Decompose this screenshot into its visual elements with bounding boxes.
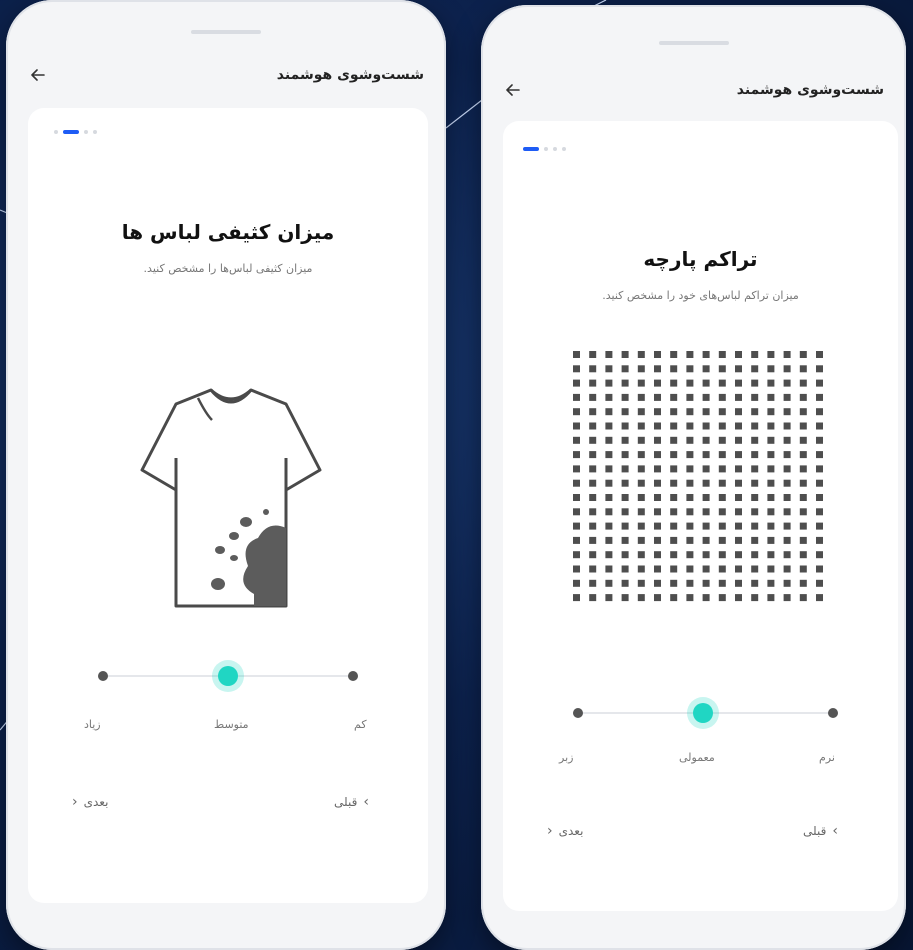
step-dot	[553, 147, 557, 151]
step-subtitle: میزان تراکم لباس‌های خود را مشخص کنید.	[602, 289, 799, 302]
step-indicator	[54, 130, 97, 134]
next-button-label: بعدی	[558, 824, 584, 838]
option-label-medium[interactable]: متوسط	[214, 718, 249, 731]
chevron-left-icon: ‹	[72, 794, 78, 810]
step-heading: میزان کثیفی لباس ها	[121, 220, 335, 244]
wizard-card: تراکم پارچه میزان تراکم لباس‌های خود را …	[503, 121, 898, 911]
chevron-right-icon: ›	[832, 823, 838, 839]
next-button-label: بعدی	[83, 795, 109, 809]
speaker-notch	[658, 41, 729, 45]
previous-button-label: قبلی	[803, 824, 827, 838]
chevron-left-icon: ‹	[547, 823, 553, 839]
step-heading: تراکم پارچه	[643, 247, 758, 271]
slider-knob[interactable]	[212, 660, 244, 692]
chevron-right-icon: ›	[363, 794, 369, 810]
step-subtitle: میزان کثیفی لباس‌ها را مشخص کنید.	[143, 262, 313, 275]
back-arrow-icon[interactable]	[503, 80, 523, 100]
option-label-soft[interactable]: نرم	[819, 751, 835, 764]
back-arrow-icon[interactable]	[28, 65, 48, 85]
option-label-high[interactable]: زیاد	[84, 718, 101, 731]
dirty-tshirt-icon	[140, 388, 322, 608]
option-label-low[interactable]: کم	[354, 718, 367, 731]
phone-screen-dirtiness: شست‌وشوی هوشمند میزان کثیفی لباس ها میزا…	[6, 0, 446, 950]
step-dot-active	[523, 147, 539, 151]
previous-button-label: قبلی	[334, 795, 358, 809]
previous-button[interactable]: › قبلی	[334, 794, 369, 810]
step-dot	[544, 147, 548, 151]
slider-stop[interactable]	[828, 708, 838, 718]
next-button[interactable]: بعدی ‹	[547, 823, 583, 839]
next-button[interactable]: بعدی ‹	[72, 794, 108, 810]
app-title: شست‌وشوی هوشمند	[736, 82, 884, 98]
slider-stop[interactable]	[573, 708, 583, 718]
fabric-density-grid-icon	[573, 351, 823, 602]
density-slider[interactable]	[573, 693, 838, 733]
app-header: شست‌وشوی هوشمند	[481, 75, 906, 105]
wizard-card: میزان کثیفی لباس ها میزان کثیفی لباس‌ها …	[28, 108, 428, 903]
speaker-notch	[191, 30, 261, 34]
step-indicator	[523, 147, 566, 151]
step-dot-active	[63, 130, 79, 134]
dirtiness-slider[interactable]	[98, 656, 358, 696]
step-dot	[84, 130, 88, 134]
phone-screen-fabric-density: شست‌وشوی هوشمند تراکم پارچه میزان تراکم …	[481, 5, 906, 950]
step-dot	[562, 147, 566, 151]
app-header: شست‌وشوی هوشمند	[6, 60, 446, 90]
app-title: شست‌وشوی هوشمند	[276, 67, 424, 83]
step-dot	[54, 130, 58, 134]
step-dot	[93, 130, 97, 134]
option-label-normal[interactable]: معمولی	[679, 751, 715, 764]
option-label-coarse[interactable]: زبر	[559, 751, 573, 764]
slider-stop[interactable]	[98, 671, 108, 681]
slider-knob[interactable]	[687, 697, 719, 729]
slider-stop[interactable]	[348, 671, 358, 681]
previous-button[interactable]: › قبلی	[803, 823, 838, 839]
